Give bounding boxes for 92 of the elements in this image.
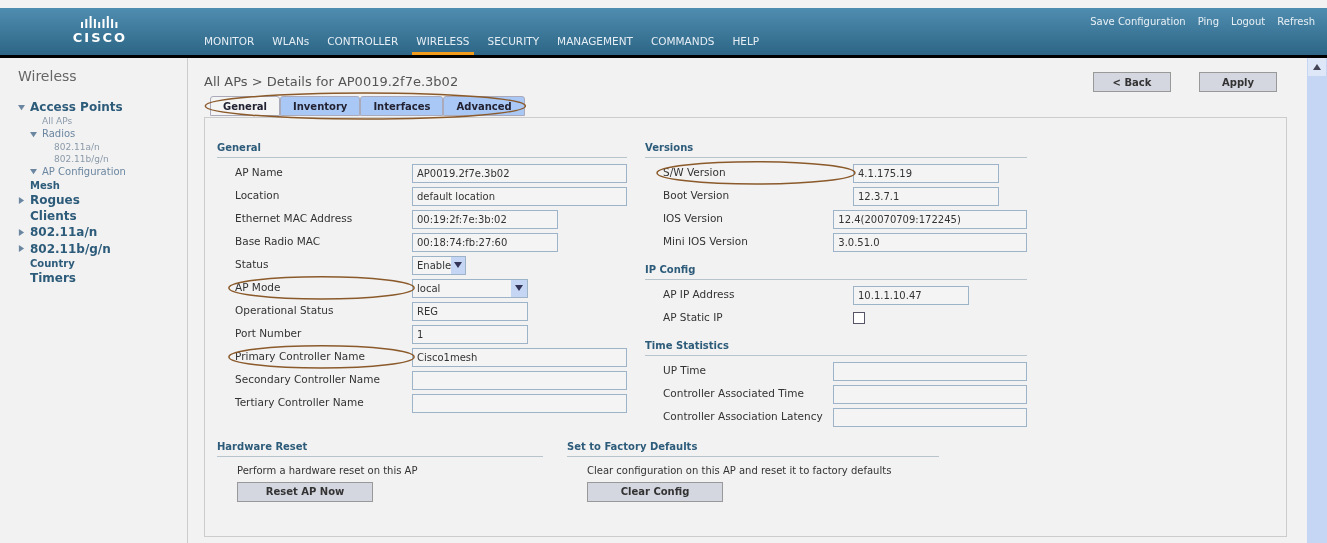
input-field[interactable] bbox=[833, 361, 1027, 381]
field-label: Controller Association Latency bbox=[663, 409, 823, 425]
tab[interactable]: Advanced bbox=[443, 96, 525, 116]
field-label: S/W Version bbox=[663, 165, 726, 181]
field-label: Boot Version bbox=[663, 188, 730, 204]
field-label: AP Mode bbox=[235, 280, 281, 296]
chevron-up-icon[interactable] bbox=[1313, 63, 1321, 71]
checkbox[interactable] bbox=[853, 312, 865, 324]
collapse-arrow-icon[interactable] bbox=[18, 196, 25, 204]
sidebar-item[interactable]: Timers bbox=[30, 270, 76, 287]
action-button[interactable]: Reset AP Now bbox=[237, 481, 373, 502]
input-field[interactable] bbox=[412, 370, 627, 390]
sidebar-item[interactable]: Radios bbox=[42, 127, 76, 141]
expand-arrow-icon[interactable] bbox=[30, 168, 37, 176]
header-link[interactable]: Refresh bbox=[1277, 14, 1315, 29]
field-label: Port Number bbox=[235, 326, 302, 342]
nav-tab[interactable]: CONTROLLER bbox=[323, 34, 403, 55]
dropdown[interactable]: Enable bbox=[412, 255, 466, 275]
toolbar-button[interactable]: < Back bbox=[1093, 72, 1171, 92]
toolbar-button[interactable]: Apply bbox=[1199, 72, 1277, 92]
scrollbar[interactable] bbox=[1307, 58, 1327, 543]
cisco-bars-icon bbox=[81, 15, 119, 28]
collapse-arrow-icon[interactable] bbox=[18, 245, 25, 253]
nav-tab[interactable]: WIRELESS bbox=[412, 34, 474, 55]
sidebar-item[interactable]: Mesh bbox=[30, 178, 60, 193]
scroll-up-icon[interactable] bbox=[1308, 58, 1326, 76]
input-field[interactable]: 00:19:2f:7e:3b:02 bbox=[412, 209, 558, 229]
section-title: General bbox=[217, 139, 627, 158]
input-field[interactable]: 3.0.51.0 bbox=[833, 232, 1027, 252]
page-title: All APs > Details for AP0019.2f7e.3b02 bbox=[204, 73, 459, 91]
input-field[interactable]: default location bbox=[412, 186, 627, 206]
logo-text: CISCO bbox=[72, 28, 128, 47]
section-title: Hardware Reset bbox=[217, 438, 543, 457]
nav-tab[interactable]: SECURITY bbox=[483, 34, 544, 55]
sidebar-item[interactable]: Country bbox=[30, 256, 75, 271]
field-label: AP IP Address bbox=[663, 287, 735, 303]
chevron-down-icon[interactable] bbox=[515, 284, 523, 292]
input-field[interactable]: 10.1.1.10.47 bbox=[853, 285, 969, 305]
field-label: AP Static IP bbox=[663, 310, 723, 326]
field-label: Secondary Controller Name bbox=[235, 372, 380, 388]
field-label: Operational Status bbox=[235, 303, 334, 319]
sidebar-item[interactable]: 802.11b/g/n bbox=[30, 240, 111, 257]
collapse-arrow-icon[interactable] bbox=[18, 229, 25, 237]
action-button[interactable]: Clear Config bbox=[587, 481, 723, 502]
nav-tab[interactable]: MANAGEMENT bbox=[553, 34, 637, 55]
input-field[interactable]: 12.4(20070709:172245) bbox=[833, 209, 1027, 229]
input-field[interactable]: 4.1.175.19 bbox=[853, 163, 999, 183]
field-label: Tertiary Controller Name bbox=[235, 395, 364, 411]
section-title: IP Config bbox=[645, 261, 1027, 280]
description-text: Perform a hardware reset on this AP bbox=[237, 464, 419, 476]
input-field[interactable]: REG bbox=[412, 301, 528, 321]
field-label: AP Name bbox=[235, 165, 283, 181]
description-text: Clear configuration on this AP and reset it to factory defaults bbox=[587, 464, 893, 476]
input-field[interactable]: 00:18:74:fb:27:60 bbox=[412, 232, 558, 252]
input-field[interactable]: AP0019.2f7e.3b02 bbox=[412, 163, 627, 183]
sidebar-item[interactable]: AP Configuration bbox=[42, 165, 126, 179]
field-label: Mini IOS Version bbox=[663, 234, 748, 250]
input-field[interactable] bbox=[833, 407, 1027, 427]
sidebar-item[interactable]: 802.11a/n bbox=[30, 224, 98, 241]
nav-tab[interactable]: HELP bbox=[728, 34, 764, 55]
section-title: Versions bbox=[645, 139, 1027, 158]
field-label: Controller Associated Time bbox=[663, 386, 804, 402]
sidebar-item[interactable]: Rogues bbox=[30, 192, 80, 209]
input-field[interactable]: Cisco1mesh bbox=[412, 347, 627, 367]
sidebar-item[interactable]: Access Points bbox=[30, 99, 123, 116]
nav-tab[interactable]: MONITOR bbox=[200, 34, 259, 55]
chevron-down-icon[interactable] bbox=[454, 261, 463, 269]
input-field[interactable]: 12.3.7.1 bbox=[853, 186, 999, 206]
dropdown[interactable]: local bbox=[412, 278, 528, 298]
section-title: Set to Factory Defaults bbox=[567, 438, 939, 457]
nav-tab[interactable]: WLANs bbox=[268, 34, 314, 55]
field-label: UP Time bbox=[663, 363, 707, 379]
tab[interactable]: Interfaces bbox=[360, 96, 444, 116]
field-label: Ethernet MAC Address bbox=[235, 211, 353, 227]
sidebar-title: Wireless bbox=[18, 67, 78, 86]
field-label: Location bbox=[235, 188, 280, 204]
input-field[interactable] bbox=[833, 384, 1027, 404]
sidebar-item[interactable]: Clients bbox=[30, 208, 77, 225]
header-link[interactable]: Ping bbox=[1197, 14, 1219, 29]
field-label: IOS Version bbox=[663, 211, 723, 227]
input-field[interactable] bbox=[412, 393, 627, 413]
field-label: Primary Controller Name bbox=[235, 349, 365, 365]
nav-tab[interactable]: COMMANDS bbox=[646, 34, 719, 55]
header-link[interactable]: Save Configuration bbox=[1090, 14, 1186, 29]
field-label: Base Radio MAC bbox=[235, 234, 321, 250]
expand-arrow-icon[interactable] bbox=[18, 103, 25, 111]
field-label: Status bbox=[235, 257, 269, 273]
section-title: Time Statistics bbox=[645, 337, 1027, 356]
input-field[interactable]: 1 bbox=[412, 324, 528, 344]
expand-arrow-icon[interactable] bbox=[30, 130, 37, 138]
tab[interactable]: Inventory bbox=[280, 96, 361, 116]
header-link[interactable]: Logout bbox=[1231, 14, 1266, 29]
